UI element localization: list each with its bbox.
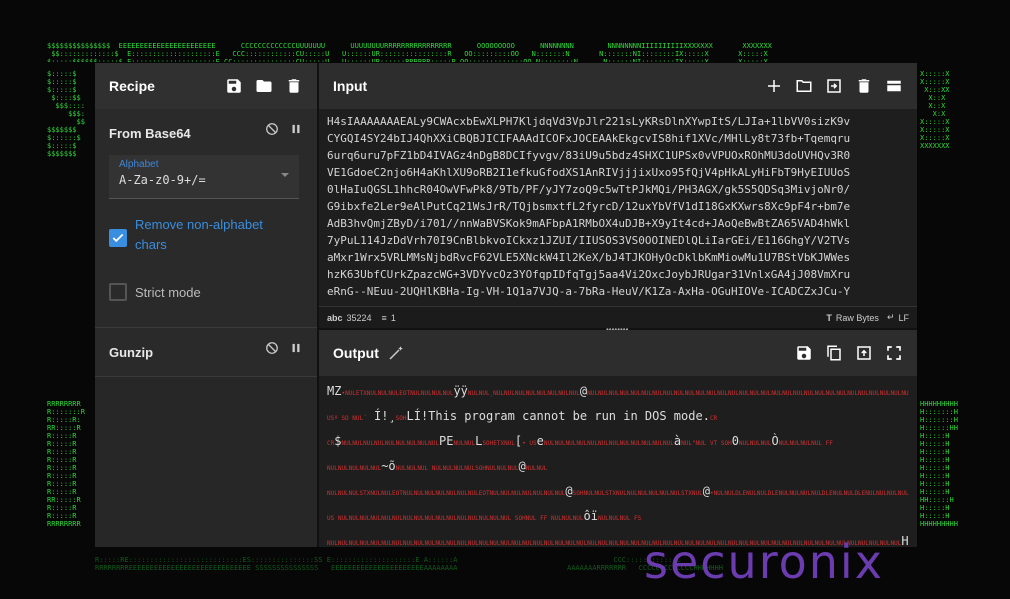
output-text-segment: Ò — [771, 434, 779, 448]
output-header: Output — [319, 330, 917, 376]
input-line: aMxr1Wrx5VRLMMsNjbdRvcF62VLE5XNckW4Il2Ke… — [327, 251, 851, 264]
output-text-segment: H — [901, 534, 909, 547]
operation-gunzip[interactable]: Gunzip — [95, 328, 317, 377]
control-char-text: US NULNULNULNULNULNULNULNULNULNULNULNULN… — [327, 515, 584, 522]
input-line: VE1GdoeC2njo6H4aKhlXU9oRB2I1efkuGfodXS1A… — [327, 166, 851, 179]
recipe-header: Recipe — [95, 63, 317, 109]
line-count-icon: ≡ — [381, 312, 387, 323]
input-panel: Input H4sIAAAAAAAEALy9CWAcxbEwXLPH7Kljdq… — [319, 63, 917, 328]
ascii-art-left: $:::::$ $:::::$ $:::::$ $::::$$ $$$:::: … — [47, 70, 85, 158]
input-line: G9ibxfe2Ler9eAlPutCq21WsJrR/TQjbsmxtfL2f… — [327, 200, 851, 213]
control-char-text: • US — [522, 440, 537, 447]
char-count-icon: abc — [327, 312, 343, 323]
output-text-segment: @ — [702, 484, 710, 498]
output-text-segment: ~õ — [381, 459, 396, 473]
strict-mode-label: Strict mode — [135, 285, 201, 300]
control-char-text: SOH — [395, 415, 407, 422]
input-line: AdB3hvQmjZByD/i701//nnWaBVSKok9mAFbpA1RM… — [327, 217, 851, 230]
input-line: H4sIAAAAAAAEALy9CWAcxbEwXLPH7KljdqVd3VpJ… — [327, 115, 851, 128]
add-tab-icon[interactable] — [765, 77, 783, 95]
trash-icon[interactable] — [285, 77, 303, 95]
open-file-icon[interactable] — [825, 77, 843, 95]
input-line: 0lHaIuQGSL1hhcR04OwVFwPk8/9Tb/PF/yJY7zoQ… — [327, 183, 851, 196]
recipe-title: Recipe — [109, 78, 155, 94]
control-char-text: NULNULNULNULNULNULNULNULNUL — [341, 440, 440, 447]
char-count: 35224 — [346, 312, 372, 323]
check-icon — [112, 233, 124, 243]
eol-icon: ↵ — [886, 312, 895, 322]
control-char-text: NULNULNUL NULNULNULNULSOHNULNULNUL — [395, 465, 519, 472]
encoding-selector[interactable]: Raw Bytes — [836, 313, 879, 323]
chevron-down-icon — [281, 173, 289, 177]
layout-icon[interactable] — [885, 77, 903, 95]
output-text-segment: ôï — [583, 509, 598, 523]
input-line: hzK63UbfCUrkZpazcWG+3VDYvcOz3YOfqpIDfqTg… — [327, 268, 851, 281]
maximise-icon[interactable] — [885, 344, 903, 362]
remove-nonalphabet-label: Remove non-alphabet chars — [135, 217, 263, 252]
output-text-segment: e — [536, 434, 544, 448]
checkbox-unchecked[interactable] — [109, 283, 127, 301]
output-text-segment: ÿÿ — [453, 384, 468, 398]
output-text-segment: @ — [518, 459, 526, 473]
eol-selector[interactable]: LF — [898, 313, 909, 323]
encoding-icon: T — [826, 312, 832, 323]
control-char-text: SOHETXNUL — [482, 440, 515, 447]
recipe-panel: Recipe From Base64 Alphabet A-Za-z0-9+/= — [95, 63, 317, 547]
alphabet-value: A-Za-z0-9+/= — [119, 173, 206, 187]
input-line: eRnG--NEuu-2UQHlKBHa-Ig-VH-1Q1a7VJQ-a-7b… — [327, 285, 851, 298]
disable-icon[interactable] — [265, 341, 279, 355]
input-textarea[interactable]: H4sIAAAAAAAEALy9CWAcxbEwXLPH7KljdqVd3VpJ… — [327, 113, 909, 301]
checkbox-checked[interactable] — [109, 229, 127, 247]
alphabet-label: Alphabet — [119, 159, 159, 170]
folder-icon[interactable] — [255, 77, 273, 95]
save-icon[interactable] — [795, 344, 813, 362]
strict-mode-checkbox[interactable]: Strict mode — [109, 283, 201, 303]
cyberchef-window: Recipe From Base64 Alphabet A-Za-z0-9+/= — [95, 63, 917, 547]
magic-wand-icon[interactable] — [387, 344, 405, 362]
output-text-segment: @ — [565, 484, 573, 498]
operation-from-base64[interactable]: From Base64 Alphabet A-Za-z0-9+/= Remove… — [95, 109, 317, 328]
output-title: Output — [333, 345, 379, 361]
control-char-text: NULNULNULNULNULNULNULNULNULNULNULNUL — [543, 440, 674, 447]
open-folder-icon[interactable] — [795, 77, 813, 95]
output-panel: Output MZ•NULETXNULNULNULEOTNULNULNULNUL… — [319, 330, 917, 547]
input-line: CYGQI4SY24bIJ4QhXXiCBQBJICIFAAAdICOFxJOC… — [327, 132, 851, 145]
output-textarea[interactable]: MZ•NULETXNULNULNULEOTNULNULNULNULÿÿNULNU… — [327, 380, 909, 547]
control-char-text: NUL"NUL VT SOH — [681, 440, 732, 447]
alphabet-select[interactable]: Alphabet A-Za-z0-9+/= — [109, 155, 299, 199]
output-text-segment: Í!¸ — [366, 409, 396, 423]
input-line: 7yPuL114JzDdVrh70I9CnBlbkvoICkxz1JZUI/II… — [327, 234, 851, 247]
pause-icon[interactable] — [289, 122, 303, 136]
replace-input-icon[interactable] — [855, 344, 873, 362]
input-line: 6urq6uru7pFZ1bD4IVAGz4nDgB8DCIfyvgv/83iU… — [327, 149, 851, 162]
output-text-segment: PE — [439, 434, 454, 448]
output-text-segment: LÍ!This program cannot be run in DOS mod… — [406, 409, 710, 423]
trash-icon[interactable] — [855, 77, 873, 95]
copy-icon[interactable] — [825, 344, 843, 362]
ascii-art-right: X:::::X X:::::X X:::XX X::X X::X X:X X::… — [920, 70, 950, 150]
operation-title: From Base64 — [109, 126, 191, 141]
control-char-text: NULNULNULNULNULNULSTXNUL — [616, 490, 703, 497]
save-icon[interactable] — [225, 77, 243, 95]
ascii-art-right-bottom: HHHHHHHHH H:::::::H H:::::::H H::::::HH … — [920, 400, 958, 528]
securonix-logo: securonix — [644, 535, 884, 589]
control-char-text: NULNUL¸NULNULNULNULNULNULNULNUL — [467, 390, 580, 397]
control-char-text: SOHNULNULSTX — [572, 490, 617, 497]
output-text-segment: 0 — [731, 434, 739, 448]
control-char-text: NULNUL — [453, 440, 476, 447]
pause-icon[interactable] — [289, 341, 303, 355]
input-header: Input — [319, 63, 917, 109]
line-count: 1 — [390, 312, 396, 323]
control-char-text: •NULNULDLENULNULDLENULNULNULNULDLENULNUL… — [709, 490, 909, 497]
ascii-art-top: $$$$$$$$$$$$$$$ EEEEEEEEEEEEEEEEEEEEEEE … — [47, 42, 772, 62]
input-title: Input — [333, 78, 368, 94]
ascii-art-left-bottom: RRRRRRRR R:::::::R R:::::R: RR:::::R R::… — [47, 400, 85, 528]
control-char-text: NULNULNUL — [738, 440, 772, 447]
output-text-segment: MZ — [327, 384, 342, 398]
control-char-text: •NULETXNULNULNULEOTNULNULNULNUL — [341, 390, 454, 397]
remove-nonalphabet-checkbox[interactable]: Remove non-alphabet chars — [109, 215, 285, 255]
operation-title: Gunzip — [109, 345, 154, 360]
disable-icon[interactable] — [265, 122, 279, 136]
